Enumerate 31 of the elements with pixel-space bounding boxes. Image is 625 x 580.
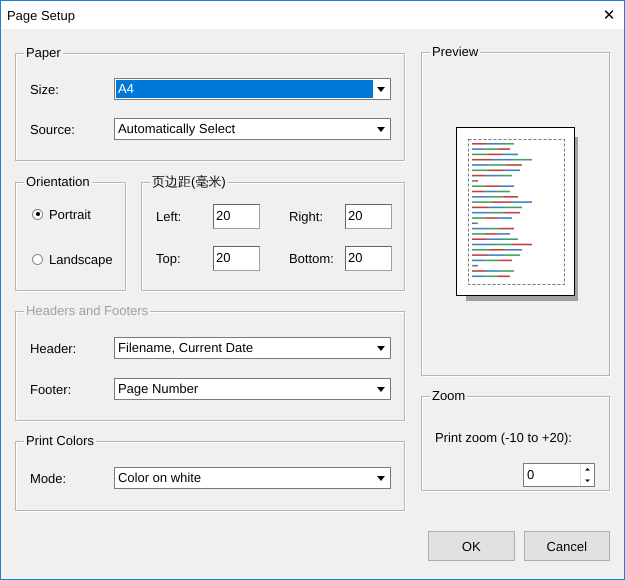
dropdown-arrow-icon — [377, 386, 385, 392]
field-label: Size: — [30, 82, 60, 96]
window-title: Page Setup — [7, 8, 75, 22]
dropdown[interactable]: A4 — [114, 78, 391, 100]
field-label: Left: — [156, 209, 182, 224]
radio-button[interactable]: Landscape — [32, 249, 113, 269]
dropdown-arrow-icon — [377, 86, 385, 92]
field-label: Header: — [30, 340, 78, 356]
field-label: Bottom: — [289, 251, 335, 266]
dropdown-arrow-icon — [377, 346, 385, 350]
group-label: Paper — [24, 45, 63, 61]
group-label: 页边距(毫米) — [150, 174, 228, 190]
dialog-button[interactable]: Cancel — [524, 531, 610, 561]
field-label: Footer: — [30, 382, 72, 396]
dropdown[interactable]: Automatically Select — [114, 118, 391, 140]
field-label: Right: — [289, 209, 324, 224]
field-label: Source: — [30, 122, 76, 136]
field-label: Top: — [156, 251, 182, 266]
radio-button[interactable]: Portrait — [32, 204, 91, 224]
dialog-button[interactable]: OK — [428, 531, 514, 561]
margin-input[interactable]: 20 — [213, 204, 260, 229]
field-label: Print zoom (-10 to +20): — [435, 430, 573, 445]
margin-input[interactable]: 20 — [345, 204, 392, 229]
margin-input[interactable]: 20 — [213, 246, 260, 271]
dropdown-arrow-icon — [377, 126, 385, 132]
dropdown-arrow-icon — [377, 476, 385, 480]
dropdown[interactable]: Color on white — [114, 467, 391, 489]
margin-input[interactable]: 20 — [345, 246, 392, 271]
zoom-spinner[interactable]: 0 — [523, 463, 595, 487]
field-label: Mode: — [30, 470, 68, 486]
close-button[interactable]: ✕ — [594, 1, 624, 29]
